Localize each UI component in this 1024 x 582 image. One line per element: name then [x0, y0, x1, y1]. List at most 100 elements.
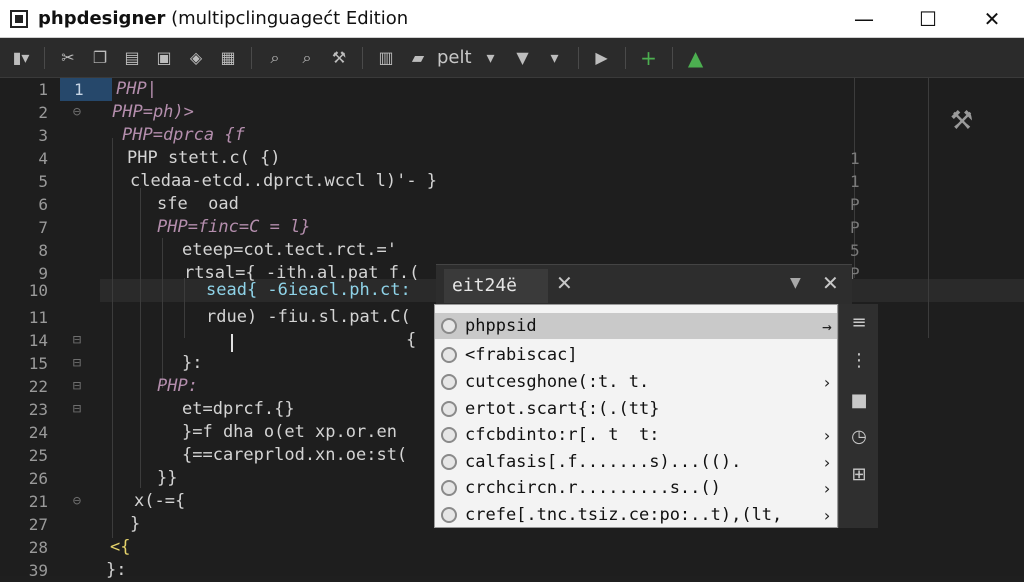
- code-line: PHP=finc=C = l}: [157, 217, 311, 237]
- search-icon[interactable]: ⌕: [262, 46, 288, 70]
- chevron-right-icon: ›: [822, 505, 832, 525]
- right-margin-marker: 1: [850, 172, 860, 191]
- copy-icon[interactable]: ❐: [87, 46, 113, 70]
- toolbar-separator: [577, 46, 579, 69]
- chevron-down-icon[interactable]: ▾: [478, 46, 504, 70]
- code-line: <{: [110, 537, 131, 557]
- fold-toggle-icon[interactable]: ⊖: [70, 490, 84, 513]
- save-icon[interactable]: ▣: [151, 46, 177, 70]
- fold-toggle-icon[interactable]: ⊖: [70, 101, 84, 124]
- text-cursor: [231, 334, 233, 352]
- chevron-down-icon[interactable]: ▼: [790, 275, 801, 291]
- comment-icon[interactable]: ▼: [510, 46, 536, 70]
- line-number: 6: [38, 195, 48, 214]
- autocomplete-item[interactable]: <frabiscac]: [435, 342, 837, 368]
- replace-icon[interactable]: ⌕: [294, 46, 320, 70]
- code-line: PHP=ph)>: [112, 102, 194, 122]
- clock-icon[interactable]: ◷: [839, 426, 879, 447]
- method-icon: [441, 427, 457, 443]
- method-icon: [441, 347, 457, 363]
- title-bar: phpdesigner (multipclinguagećt Edition —…: [0, 0, 1024, 38]
- fold-toggle-icon[interactable]: ⊟: [70, 329, 84, 352]
- chevron-right-icon: ›: [822, 425, 832, 445]
- line-number: 2: [38, 103, 48, 122]
- line-number: 28: [28, 538, 48, 557]
- toolbar-separator: [251, 46, 252, 69]
- autocomplete-header: eit24ë ✕ ▼ ✕: [436, 264, 852, 305]
- method-icon: [441, 401, 457, 417]
- right-margin-marker: P: [850, 264, 860, 283]
- toolbar-dropdown-label[interactable]: pelt: [437, 47, 472, 68]
- code-line: eteep=cot.tect.rct.=': [182, 240, 397, 260]
- cut-icon[interactable]: ✂: [55, 46, 81, 70]
- code-line: }:: [106, 560, 127, 580]
- run-icon[interactable]: ▶: [589, 46, 615, 70]
- close-button[interactable]: ✕: [960, 0, 1024, 38]
- line-number: 23: [28, 400, 48, 419]
- right-margin-marker: P: [850, 218, 860, 237]
- line-number: 14: [28, 331, 48, 350]
- save-all-icon[interactable]: ◈: [183, 46, 209, 70]
- chevron-right-icon: ›: [822, 372, 832, 392]
- autocomplete-item[interactable]: crchcircn.r.........s..() ›: [435, 475, 837, 501]
- autocomplete-item[interactable]: cutcesghone(:t. t. ›: [435, 369, 837, 395]
- maximize-button[interactable]: ☐: [896, 0, 960, 38]
- tools-icon[interactable]: ⚒: [950, 106, 973, 136]
- split-view-icon[interactable]: ⊞: [839, 464, 879, 485]
- fold-toggle-icon[interactable]: ⊟: [70, 375, 84, 398]
- autocomplete-tab[interactable]: eit24ë: [444, 269, 548, 303]
- minimize-button[interactable]: —: [832, 0, 896, 38]
- add-icon[interactable]: +: [636, 46, 662, 70]
- arrow-right-icon: →: [822, 316, 832, 336]
- line-number: 39: [28, 561, 48, 580]
- line-number: 3: [38, 126, 48, 145]
- autocomplete-item[interactable]: ertot.scart{:(.(tt}: [435, 396, 837, 422]
- line-number: 24: [28, 423, 48, 442]
- line-number: 7: [38, 218, 48, 237]
- method-icon: [441, 318, 457, 334]
- autocomplete-item[interactable]: crefe[.tnc.tsiz.ce:po:..t),(lt, ›: [435, 502, 837, 527]
- code-line: PHP|: [116, 79, 157, 99]
- line-number: 1: [38, 80, 48, 99]
- line-number: 11: [28, 308, 48, 327]
- code-line: sfe oad: [157, 194, 239, 214]
- new-file-icon[interactable]: ▮▾: [8, 46, 34, 70]
- paste-icon[interactable]: ▤: [119, 46, 145, 70]
- stop-icon[interactable]: ■: [839, 390, 879, 411]
- project-icon[interactable]: ▰: [405, 46, 431, 70]
- print-icon[interactable]: ▦: [215, 46, 241, 70]
- toolbar-separator: [624, 46, 626, 69]
- line-number: 27: [28, 515, 48, 534]
- menu-icon[interactable]: ≡: [839, 312, 879, 333]
- code-tools-icon[interactable]: ⚒: [326, 46, 352, 70]
- more-vertical-icon[interactable]: ⋮: [839, 350, 879, 371]
- toolbar-separator: [44, 46, 45, 69]
- chevron-down-icon[interactable]: ▾: [542, 46, 568, 70]
- line-number: 21: [28, 492, 48, 511]
- autocomplete-item[interactable]: calfasis[.f.......s)...((). ›: [435, 449, 837, 475]
- code-line: PHP=dprca {f: [122, 125, 245, 145]
- fold-toggle-icon[interactable]: ⊟: [70, 398, 84, 421]
- toolbar-separator: [362, 46, 363, 69]
- method-icon: [441, 374, 457, 390]
- upload-icon[interactable]: ▲: [683, 46, 709, 70]
- code-line: PHP stett.c( {): [127, 148, 281, 168]
- method-icon: [441, 507, 457, 523]
- layout-icon[interactable]: ▥: [373, 46, 399, 70]
- autocomplete-item[interactable]: phppsid →: [435, 313, 837, 339]
- close-icon[interactable]: ✕: [556, 271, 573, 295]
- method-icon: [441, 454, 457, 470]
- code-line: cledaa-etcd..dprct.wccl l)'- }: [130, 171, 438, 191]
- line-number: 5: [38, 172, 48, 191]
- right-margin-marker: P: [850, 195, 860, 214]
- line-number: 25: [28, 446, 48, 465]
- method-icon: [441, 480, 457, 496]
- line-number: 26: [28, 469, 48, 488]
- chevron-right-icon: ›: [822, 478, 832, 498]
- autocomplete-item[interactable]: cfcbdinto:r[. t t: ›: [435, 422, 837, 448]
- close-icon[interactable]: ✕: [822, 271, 839, 295]
- fold-toggle-icon[interactable]: ⊟: [70, 352, 84, 375]
- toolbar: ▮▾ ✂ ❐ ▤ ▣ ◈ ▦ ⌕ ⌕ ⚒ ▥ ▰ pelt ▾ ▼ ▾ ▶ + …: [0, 38, 1024, 78]
- window-controls: — ☐ ✕: [832, 0, 1024, 38]
- autocomplete-list[interactable]: phppsid → <frabiscac] cutcesghone(:t. t.…: [434, 304, 838, 528]
